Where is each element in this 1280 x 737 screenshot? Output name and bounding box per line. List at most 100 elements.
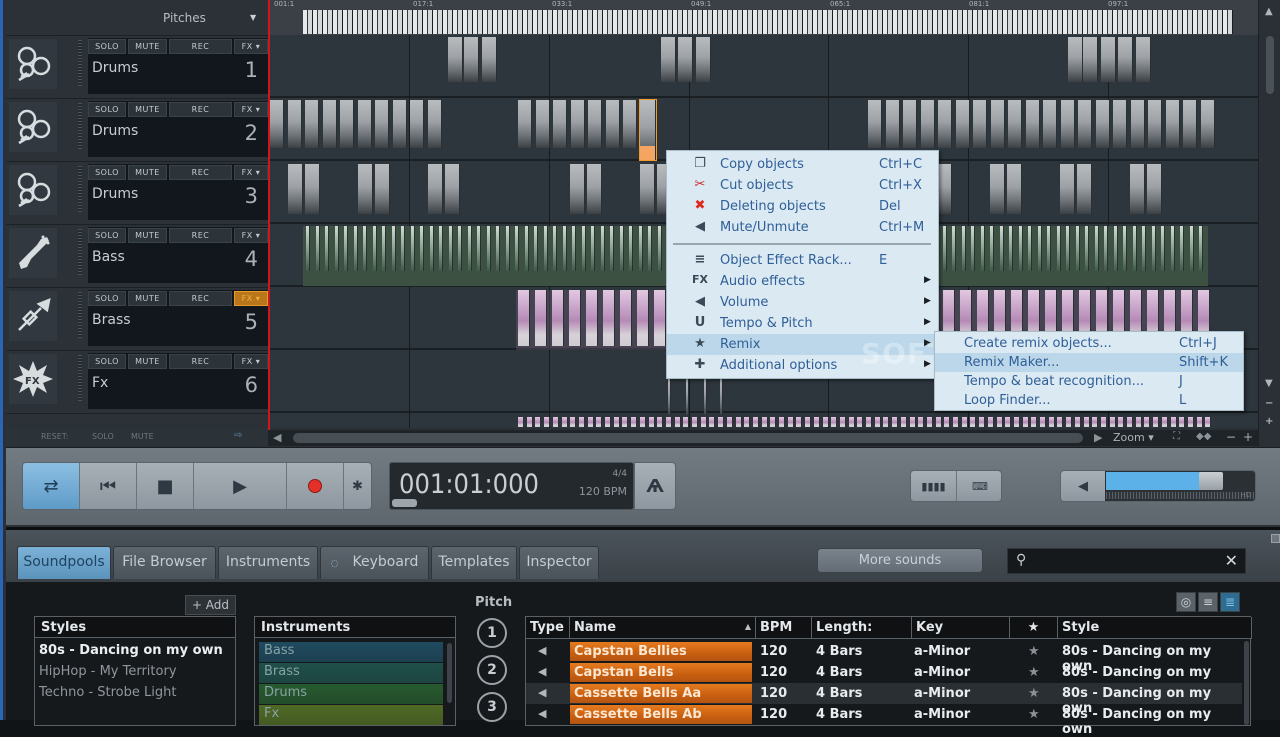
audio-object[interactable] xyxy=(553,226,557,271)
solo-button[interactable]: SOLO xyxy=(88,291,126,306)
audio-object[interactable] xyxy=(1057,417,1064,427)
track-name[interactable]: Drums xyxy=(92,123,138,139)
audio-object[interactable] xyxy=(524,226,529,271)
audio-object[interactable] xyxy=(535,417,542,427)
audio-object[interactable] xyxy=(926,417,933,427)
audio-object[interactable] xyxy=(752,417,759,427)
fx-button[interactable]: FX ▾ xyxy=(234,354,268,369)
audio-object[interactable] xyxy=(668,375,671,415)
audio-object[interactable] xyxy=(638,226,643,271)
audio-object[interactable] xyxy=(996,417,1003,427)
scroll-left-icon[interactable]: ◀ xyxy=(273,431,281,444)
context-menu-item[interactable]: ≡ Object Effect Rack... E xyxy=(667,250,938,271)
audio-object[interactable] xyxy=(518,100,532,148)
tab-inspector[interactable]: Inspector xyxy=(519,546,599,579)
audio-object[interactable] xyxy=(938,100,952,148)
audio-object[interactable] xyxy=(909,417,916,427)
audio-object[interactable] xyxy=(813,417,820,427)
audio-object[interactable] xyxy=(596,417,603,427)
solo-button[interactable]: SOLO xyxy=(88,228,126,243)
list-view-button[interactable]: ≡ xyxy=(1198,592,1218,612)
audio-object[interactable] xyxy=(401,226,405,271)
audio-object[interactable] xyxy=(448,37,463,82)
column-header[interactable]: ★ xyxy=(1010,617,1058,639)
instrument-item[interactable]: Bass xyxy=(259,642,443,662)
column-header[interactable]: Key xyxy=(912,617,1010,639)
context-menu-item[interactable]: U Tempo & Pitch ▶ xyxy=(667,313,938,334)
soundpool-view-button[interactable]: ◎ xyxy=(1176,592,1196,612)
audio-object[interactable] xyxy=(980,226,985,271)
pitch-button[interactable]: 2 xyxy=(477,655,507,685)
audio-object[interactable] xyxy=(553,100,567,148)
audio-object[interactable] xyxy=(572,226,576,271)
audio-object[interactable] xyxy=(1136,37,1151,82)
audio-object[interactable] xyxy=(1189,226,1194,271)
audio-object[interactable] xyxy=(770,417,777,427)
audio-object[interactable] xyxy=(306,226,310,271)
audio-object[interactable] xyxy=(600,226,605,271)
audio-object[interactable] xyxy=(1094,226,1099,271)
scroll-down-icon[interactable]: ▼ xyxy=(1265,378,1273,389)
audio-object[interactable] xyxy=(1056,226,1061,271)
fx-button[interactable]: FX ▾ xyxy=(234,39,268,54)
audio-object[interactable] xyxy=(1148,100,1162,148)
audio-object[interactable] xyxy=(1048,417,1055,427)
audio-object[interactable] xyxy=(518,290,530,346)
pitch-button[interactable]: 3 xyxy=(477,692,507,722)
zoom-out-button[interactable]: − xyxy=(1226,430,1236,444)
position-slider[interactable] xyxy=(392,499,417,507)
audio-object[interactable] xyxy=(603,290,615,346)
audio-object[interactable] xyxy=(1113,100,1127,148)
style-item[interactable]: 80s - Dancing on my own xyxy=(39,643,223,658)
audio-object[interactable] xyxy=(322,100,337,148)
instrument-item[interactable]: Fx xyxy=(259,705,443,725)
more-sounds-button[interactable]: More sounds xyxy=(817,548,983,573)
audio-object[interactable] xyxy=(357,100,372,148)
audio-object[interactable] xyxy=(427,100,442,148)
audio-object[interactable] xyxy=(535,100,550,148)
track-header[interactable]: FX SOLO MUTE REC FX ▾ Fx 6 xyxy=(6,350,268,413)
remix-submenu-item[interactable]: Loop Finder... L xyxy=(935,391,1243,410)
zoom-in-vertical-icon[interactable]: + xyxy=(1265,416,1273,427)
audio-object[interactable] xyxy=(805,417,812,427)
audio-object[interactable] xyxy=(1179,417,1186,427)
audio-object[interactable] xyxy=(288,164,303,214)
audio-object[interactable] xyxy=(1118,417,1125,427)
audio-object[interactable] xyxy=(477,226,481,271)
fx-button[interactable]: FX ▾ xyxy=(234,102,268,117)
audio-object[interactable] xyxy=(1028,226,1032,271)
audio-object[interactable] xyxy=(1078,100,1092,148)
audio-object[interactable] xyxy=(496,226,500,271)
audio-object[interactable] xyxy=(1127,417,1133,427)
audio-object[interactable] xyxy=(1183,100,1197,148)
audio-object[interactable] xyxy=(1118,37,1133,82)
zoom-out-vertical-icon[interactable]: − xyxy=(1265,398,1273,409)
audio-object[interactable] xyxy=(1200,100,1215,148)
horizontal-scrollbar[interactable]: ◀ ▶ Zoom ▾ ⛶ ◆◆ − + xyxy=(268,430,1258,446)
favorite-star-icon[interactable]: ★ xyxy=(1028,665,1040,680)
table-row[interactable]: ◀ Capstan Bells 120 4 Bars a-Minor ★ 80s - Dan… xyxy=(526,662,1242,695)
mute-button[interactable]: MUTE xyxy=(128,354,167,369)
audio-object[interactable] xyxy=(562,226,567,271)
solo-button[interactable]: SOLO xyxy=(88,354,126,369)
audio-object[interactable] xyxy=(610,226,614,271)
audio-object[interactable] xyxy=(866,417,872,427)
audio-object[interactable] xyxy=(1074,417,1081,427)
audio-object[interactable] xyxy=(1085,226,1089,271)
audio-object[interactable] xyxy=(1092,417,1099,427)
scroll-up-icon[interactable]: ▲ xyxy=(1265,6,1273,17)
context-menu-item[interactable]: ✖ Deleting objects Del xyxy=(667,196,938,217)
maximize-panel-button[interactable] xyxy=(1271,534,1280,543)
audio-object[interactable] xyxy=(987,417,994,427)
audio-object[interactable] xyxy=(1199,226,1203,271)
audio-object[interactable] xyxy=(570,417,577,427)
audio-object[interactable] xyxy=(1083,417,1090,427)
keyboard-view-button[interactable]: ⌨ xyxy=(957,471,1003,501)
add-track-icon[interactable]: ⇨ xyxy=(234,430,242,441)
audio-object[interactable] xyxy=(1018,226,1023,271)
audio-object[interactable] xyxy=(552,417,559,427)
audio-object[interactable] xyxy=(1109,417,1116,427)
audio-object[interactable] xyxy=(674,417,681,427)
audio-object[interactable] xyxy=(831,417,838,427)
audio-object[interactable] xyxy=(971,226,975,271)
